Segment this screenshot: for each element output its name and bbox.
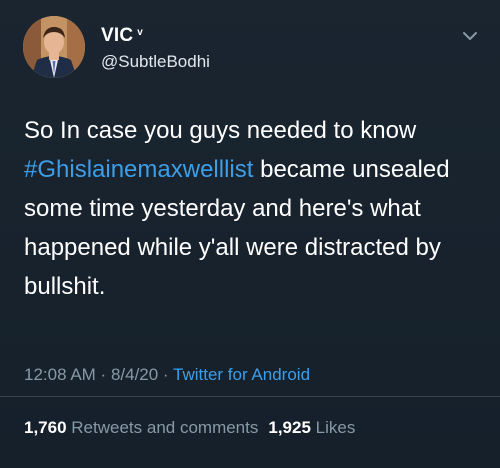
meta-separator: · <box>95 365 111 384</box>
divider <box>0 396 500 397</box>
retweets-label: Retweets and comments <box>71 418 259 437</box>
user-handle[interactable]: @SubtleBodhi <box>101 52 210 72</box>
meta-separator: · <box>158 365 174 384</box>
retweets-stat[interactable]: 1,760 Retweets and comments <box>24 418 258 437</box>
chevron-down-icon[interactable] <box>460 26 480 46</box>
tweet-card: VIC v @SubtleBodhi So In case you guys n… <box>0 0 500 468</box>
likes-stat[interactable]: 1,925 Likes <box>268 418 355 437</box>
verified-mark: v <box>137 27 143 38</box>
tweet-date[interactable]: 8/4/20 <box>111 365 158 384</box>
display-name[interactable]: VIC <box>101 25 133 47</box>
tweet-text-line1: So In case you guys needed to know <box>24 117 417 144</box>
tweet-meta: 12:08 AM · 8/4/20 · Twitter for Android <box>24 365 310 385</box>
tweet-source-link[interactable]: Twitter for Android <box>173 365 310 384</box>
likes-count: 1,925 <box>268 418 311 437</box>
tweet-time[interactable]: 12:08 AM <box>24 365 96 384</box>
hashtag-link[interactable]: #Ghislainemaxwelllist <box>24 156 253 183</box>
tweet-stats: 1,760 Retweets and comments 1,925 Likes <box>24 418 355 438</box>
likes-label: Likes <box>315 418 356 437</box>
tweet-text: So In case you guys needed to know #Ghis… <box>24 111 486 306</box>
name-row[interactable]: VIC v <box>101 25 143 47</box>
avatar[interactable] <box>23 16 85 78</box>
retweets-count: 1,760 <box>24 418 67 437</box>
profile-photo-icon <box>23 16 85 78</box>
